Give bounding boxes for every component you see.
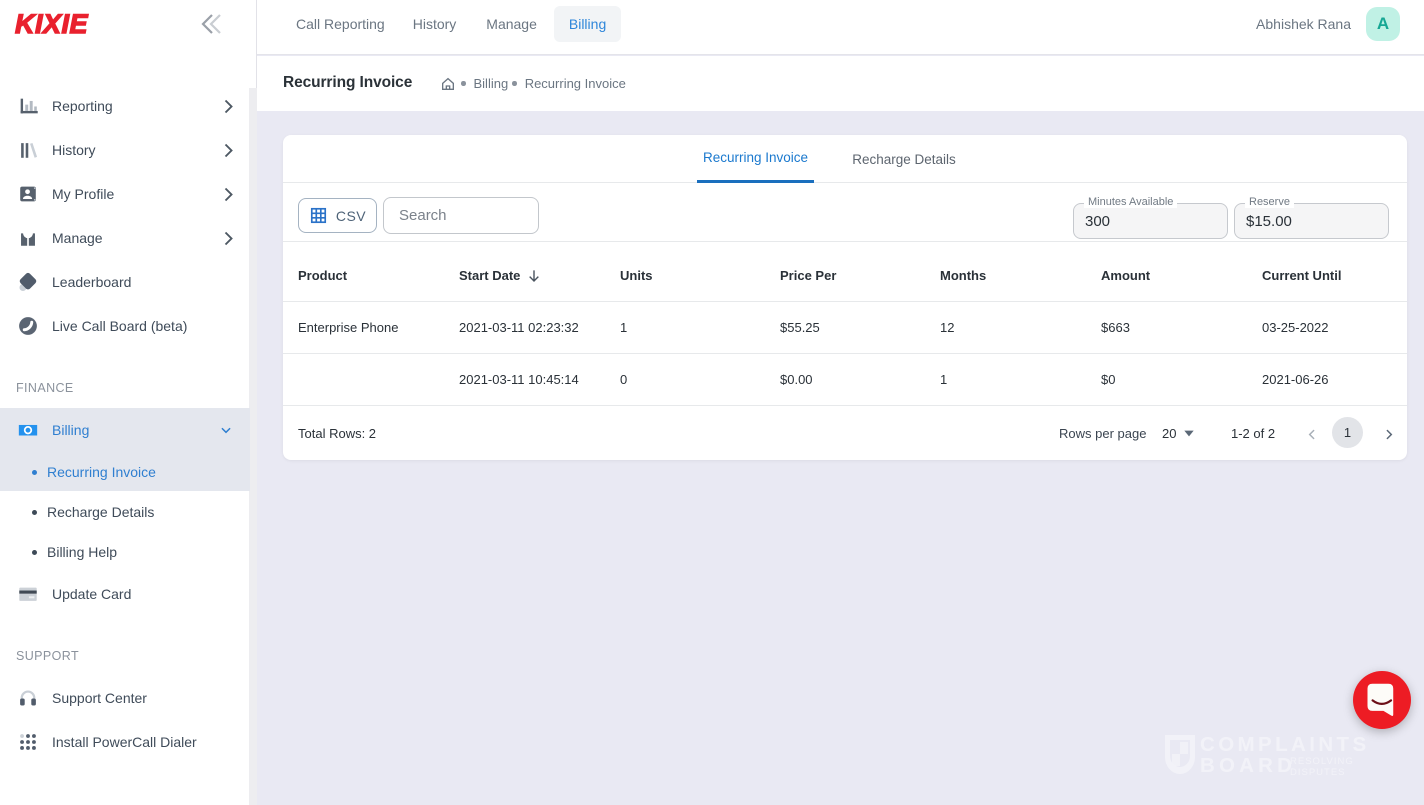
- svg-text:RESOLVING: RESOLVING: [1290, 756, 1354, 767]
- svg-text:DISPUTES: DISPUTES: [1290, 767, 1346, 778]
- svg-text:COMPLAINTS: COMPLAINTS: [1200, 733, 1370, 756]
- svg-text:BOARD: BOARD: [1200, 754, 1296, 777]
